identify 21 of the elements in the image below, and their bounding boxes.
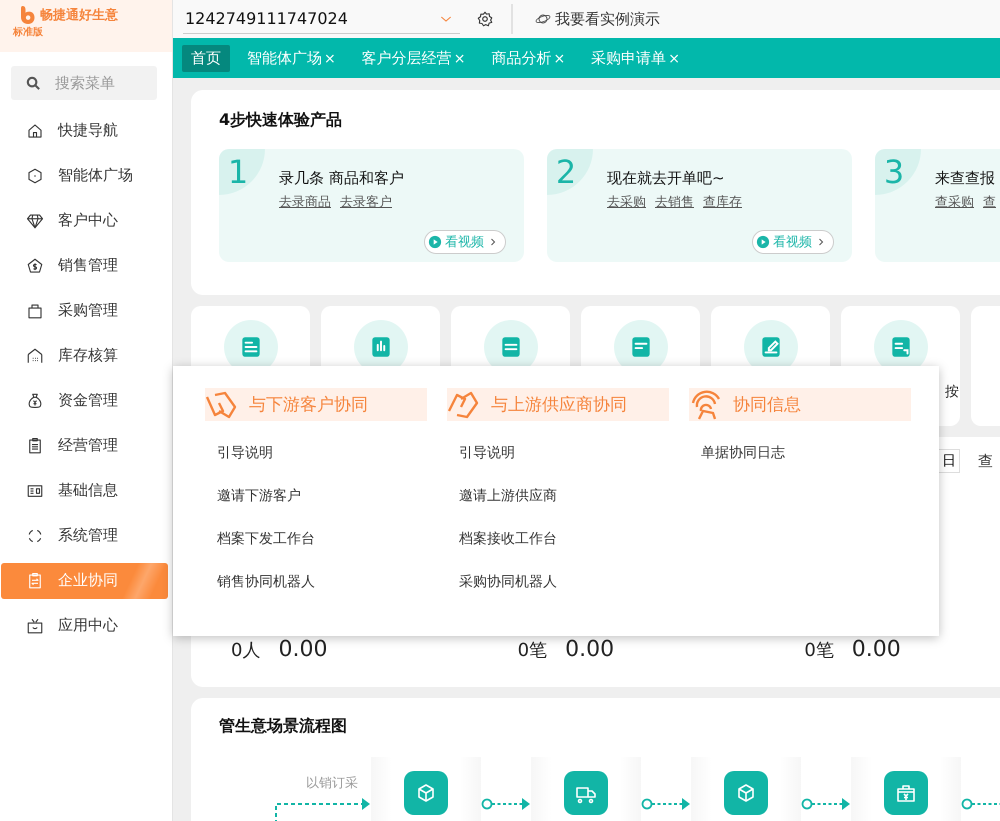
- stat-count: 0人: [231, 639, 260, 662]
- branch-label: 以销订采: [306, 775, 358, 792]
- step-title: 现在就去开单吧~: [607, 169, 726, 188]
- stat-amount: 0.00: [852, 637, 901, 662]
- stat-count: 0笔: [518, 639, 548, 662]
- stat-amount: 0.00: [278, 637, 328, 662]
- shortcut-label: 按: [945, 383, 959, 401]
- step-number: 2: [547, 149, 593, 195]
- stat-count: 0笔: [804, 639, 834, 662]
- step-title: 来查查报: [935, 169, 996, 188]
- menu-group-header: 协同信息: [689, 388, 911, 421]
- menu-group-header: 与下游客户协同: [205, 388, 427, 421]
- section-title: 4步快速体验产品: [219, 110, 344, 131]
- stat-amount: 0.00: [565, 637, 614, 662]
- step-title: 录几条 商品和客户: [279, 169, 404, 188]
- step-number: 1: [219, 149, 265, 195]
- brand-name: 畅捷通好生意: [40, 6, 118, 24]
- menu-group-header: 与上游供应商协同: [447, 388, 669, 421]
- section-title: 管生意场景流程图: [219, 716, 348, 737]
- step-number: 3: [875, 149, 921, 195]
- edition-label: 标准版: [13, 26, 44, 39]
